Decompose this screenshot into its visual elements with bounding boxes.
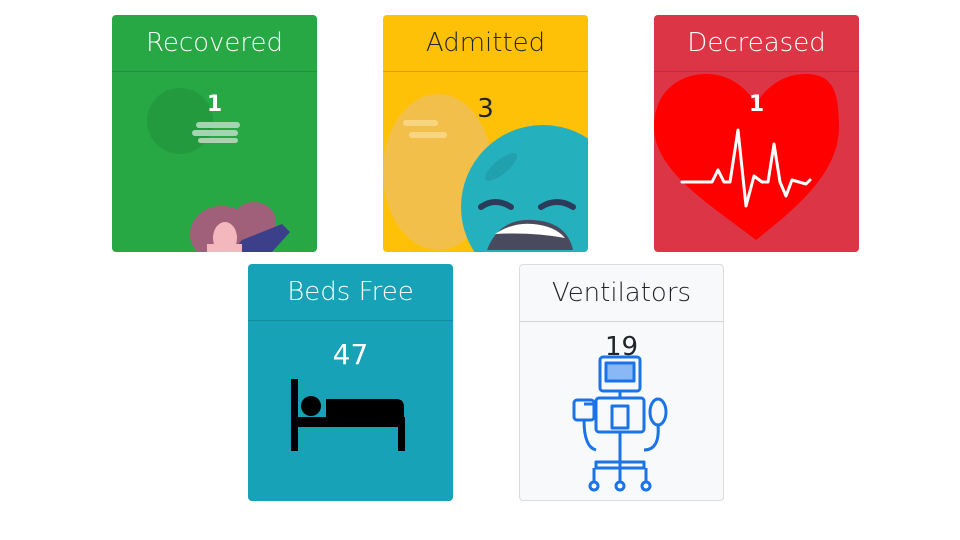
card-title: Ventilators [520, 265, 723, 322]
card-body: 1 [654, 72, 859, 252]
card-body: 3 [383, 72, 588, 252]
card-deceased: Decreased 1 [654, 15, 859, 252]
card-title: Recovered [112, 15, 317, 72]
card-ventilators: Ventilators 19 [519, 264, 724, 501]
card-count: 47 [332, 338, 369, 371]
card-body: 47 [248, 321, 453, 501]
card-title: Beds Free [248, 264, 453, 321]
card-body: 1 [112, 72, 317, 252]
card-admitted: Admitted 3 [383, 15, 588, 252]
card-title: Admitted [383, 15, 588, 72]
card-recovered: Recovered 1 [112, 15, 317, 252]
card-count: 19 [604, 332, 639, 362]
card-count: 1 [206, 92, 223, 117]
card-beds-free: Beds Free 47 [248, 264, 453, 501]
card-count: 3 [477, 94, 494, 124]
card-title: Decreased [654, 15, 859, 72]
card-count: 1 [748, 92, 765, 117]
card-body: 19 [520, 322, 723, 500]
